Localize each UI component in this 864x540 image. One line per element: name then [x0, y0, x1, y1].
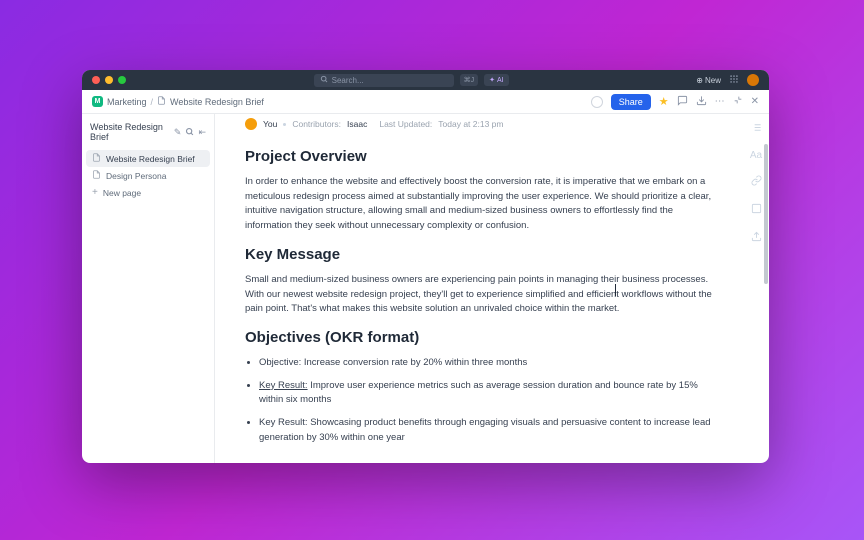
key-result-underlined: Key Result: — [259, 380, 308, 391]
content-row: Website Redesign Brief ✎ ⇤ Website Redes… — [82, 114, 769, 463]
page-toolbar: M Marketing / Website Redesign Brief Sha… — [82, 90, 769, 114]
objectives-list: Objective: Increase conversion rate by 2… — [245, 356, 713, 446]
heading-key-message[interactable]: Key Message — [245, 246, 713, 263]
workspace-chip[interactable]: M — [92, 96, 103, 107]
collapse-sidebar-icon[interactable]: ⇤ — [198, 127, 206, 138]
heading-project-overview[interactable]: Project Overview — [245, 148, 713, 165]
list-item[interactable]: Key Result: Improve user experience metr… — [259, 379, 713, 408]
global-search[interactable]: Search... — [314, 74, 454, 87]
sidebar-item-label: New page — [103, 188, 141, 198]
breadcrumb-page[interactable]: Website Redesign Brief — [170, 97, 264, 107]
plus-circle-icon: ⊕ — [696, 76, 703, 85]
share-button[interactable]: Share — [611, 94, 651, 110]
meta-updated-label: Last Updated: — [379, 119, 432, 129]
meta-updated-value: Today at 2:13 pm — [438, 119, 503, 129]
breadcrumb-separator: / — [151, 97, 154, 107]
meta-contrib-label: Contributors: — [292, 119, 341, 129]
sidebar-item-label: Website Redesign Brief — [106, 154, 195, 164]
export-icon[interactable] — [751, 231, 762, 245]
paragraph-key-message[interactable]: Small and medium-sized business owners a… — [245, 273, 713, 317]
document-scroll[interactable]: You Contributors: Isaac Last Updated: To… — [215, 114, 743, 463]
sidebar-title-row: Website Redesign Brief ✎ ⇤ — [86, 120, 210, 144]
breadcrumb-workspace[interactable]: Marketing — [107, 97, 147, 107]
more-icon[interactable]: ⋯ — [715, 96, 725, 107]
scrollbar[interactable] — [764, 144, 768, 284]
meta-you: You — [263, 119, 277, 129]
sidebar-title: Website Redesign Brief — [90, 122, 166, 142]
outline-icon[interactable] — [751, 122, 762, 136]
ai-button[interactable]: ✦ AI — [484, 74, 509, 86]
sidebar-list: Website Redesign Brief Design Persona + … — [86, 150, 210, 201]
close-icon[interactable]: ✕ — [751, 96, 759, 107]
sidebar-item-website-redesign-brief[interactable]: Website Redesign Brief — [86, 150, 210, 167]
link-icon[interactable] — [751, 175, 762, 189]
document-icon — [157, 96, 166, 107]
search-icon — [320, 75, 328, 85]
typography-icon[interactable]: Aa — [750, 150, 762, 161]
titlebar: Search... ⌘J ✦ AI ⊕ New — [82, 70, 769, 90]
plus-icon: + — [92, 187, 98, 198]
comment-icon[interactable] — [677, 95, 688, 109]
star-icon[interactable]: ★ — [659, 95, 669, 108]
key-result-text: Improve user experience metrics such as … — [259, 380, 698, 406]
text-cursor — [615, 284, 616, 296]
app-window: Search... ⌘J ✦ AI ⊕ New M Marketing / — [82, 70, 769, 463]
ai-label: AI — [497, 77, 504, 84]
meta-contrib-value: Isaac — [347, 119, 367, 129]
window-zoom-dot[interactable] — [118, 76, 126, 84]
window-minimize-dot[interactable] — [105, 76, 113, 84]
list-item[interactable]: Objective: Increase conversion rate by 2… — [259, 356, 713, 371]
download-icon[interactable] — [696, 95, 707, 109]
heading-objectives[interactable]: Objectives (OKR format) — [245, 329, 713, 346]
search-placeholder: Search... — [332, 76, 364, 85]
tag-icon[interactable] — [591, 96, 603, 108]
search-shortcut-pill: ⌘J — [460, 74, 479, 86]
new-label: New — [705, 76, 721, 85]
new-button[interactable]: ⊕ New — [696, 76, 721, 85]
document-meta: You Contributors: Isaac Last Updated: To… — [245, 114, 713, 140]
document-area: You Contributors: Isaac Last Updated: To… — [215, 114, 769, 463]
user-avatar[interactable] — [747, 74, 759, 86]
meta-separator — [283, 123, 286, 126]
document-icon — [92, 153, 101, 164]
sidebar-item-label: Design Persona — [106, 171, 166, 181]
collapse-icon[interactable] — [733, 95, 743, 108]
attachment-icon[interactable] — [751, 203, 762, 217]
sparkle-icon: ✦ — [489, 76, 495, 84]
search-small-icon[interactable] — [185, 127, 194, 138]
sidebar: Website Redesign Brief ✎ ⇤ Website Redes… — [82, 114, 215, 463]
paragraph-overview[interactable]: In order to enhance the website and effe… — [245, 175, 713, 234]
list-item[interactable]: Key Result: Showcasing product benefits … — [259, 416, 713, 445]
apps-grid-icon[interactable] — [729, 74, 739, 86]
wand-icon[interactable]: ✎ — [174, 127, 182, 138]
breadcrumb: M Marketing / Website Redesign Brief — [92, 96, 264, 107]
sidebar-new-page[interactable]: + New page — [86, 184, 210, 201]
document-icon — [92, 170, 101, 181]
sidebar-item-design-persona[interactable]: Design Persona — [86, 167, 210, 184]
author-avatar[interactable] — [245, 118, 257, 130]
window-close-dot[interactable] — [92, 76, 100, 84]
